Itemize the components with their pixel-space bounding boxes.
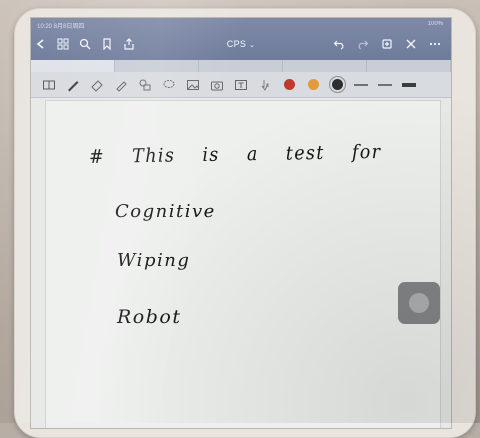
camera-icon[interactable]: [205, 75, 229, 95]
color-red-swatch[interactable]: [277, 75, 301, 95]
pen-toolbar: [31, 72, 451, 98]
handwriting-line: Wiping: [117, 250, 191, 271]
color-black-swatch[interactable]: [325, 75, 349, 95]
undo-icon[interactable]: [333, 38, 345, 50]
assistive-touch-button[interactable]: [398, 282, 440, 324]
stroke-medium-option[interactable]: [373, 75, 397, 95]
stroke-thin-option[interactable]: [349, 75, 373, 95]
medium-stroke-line: [378, 83, 392, 86]
orange-color-dot: [307, 79, 319, 90]
handwritten-content: # This is a test for Cognitive Wiping Ro…: [45, 100, 441, 428]
document-title-text: CPS: [226, 39, 247, 49]
stroke-thick-option[interactable]: [397, 75, 421, 95]
status-battery: 100%: [427, 21, 443, 27]
handwriting-line: Cognitive: [115, 201, 216, 222]
lasso-icon[interactable]: [157, 75, 181, 95]
nav-bar: 10:20 8月8日周四 100% CPS ⌄: [31, 18, 451, 60]
close-icon[interactable]: [405, 38, 417, 50]
pen-icon[interactable]: [61, 75, 85, 95]
note-page[interactable]: # This is a test for Cognitive Wiping Ro…: [45, 100, 441, 428]
thick-stroke-line: [402, 82, 416, 87]
assistive-touch-icon: [409, 293, 429, 313]
status-time: 10:20 8月8日周四: [37, 24, 85, 30]
eraser-icon[interactable]: [85, 75, 109, 95]
tab-5[interactable]: [367, 60, 451, 72]
handwriting-line: # This is a test for: [88, 140, 382, 168]
red-color-dot: [283, 79, 295, 90]
read-mode-icon[interactable]: [37, 75, 61, 95]
highlighter-icon[interactable]: [109, 75, 133, 95]
black-color-dot: [331, 79, 343, 90]
pointer-icon[interactable]: [253, 75, 277, 95]
more-icon[interactable]: [429, 38, 441, 50]
tab-1[interactable]: [31, 60, 115, 72]
thin-stroke-line: [354, 83, 368, 86]
chevron-down-icon: ⌄: [249, 42, 256, 49]
tab-2[interactable]: [115, 60, 199, 72]
tab-3[interactable]: [199, 60, 283, 72]
tablet-screen: 10:20 8月8日周四 100% CPS ⌄ # This is a test…: [31, 18, 451, 428]
redo-icon[interactable]: [357, 38, 369, 50]
color-orange-swatch[interactable]: [301, 75, 325, 95]
tab-4[interactable]: [283, 60, 367, 72]
handwriting-line: Robot: [117, 306, 182, 328]
shapes-icon[interactable]: [133, 75, 157, 95]
document-tabs: [31, 60, 451, 72]
export-icon[interactable]: [381, 38, 393, 50]
text-icon[interactable]: [229, 75, 253, 95]
image-icon[interactable]: [181, 75, 205, 95]
